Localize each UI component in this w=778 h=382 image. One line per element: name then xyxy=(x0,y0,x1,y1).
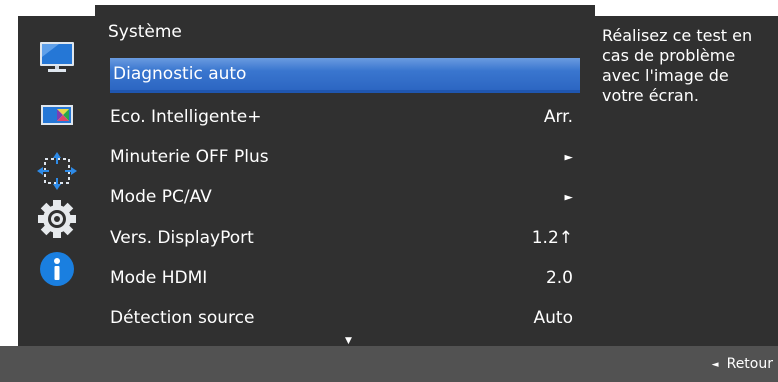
osd-category-sidebar xyxy=(18,16,95,346)
menu-item-value: Auto xyxy=(533,307,573,328)
screen-size-icon[interactable] xyxy=(18,151,95,191)
menu-title: Système xyxy=(108,22,182,42)
menu-item-label: Minuterie OFF Plus xyxy=(110,146,269,167)
information-icon[interactable] xyxy=(18,249,95,289)
scroll-down-icon[interactable]: ▼ xyxy=(345,336,352,346)
menu-item-vers-displayport[interactable]: Vers. DisplayPort 1.2↑ xyxy=(110,221,580,254)
menu-item-label: Mode HDMI xyxy=(110,267,208,288)
menu-item-value: 1.2↑ xyxy=(531,227,573,248)
chevron-right-icon: ► xyxy=(564,150,573,163)
picture-icon[interactable] xyxy=(18,37,95,77)
color-icon[interactable] xyxy=(18,95,95,135)
menu-item-mode-hdmi[interactable]: Mode HDMI 2.0 xyxy=(110,261,580,294)
menu-item-detection-source[interactable]: Détection source Auto xyxy=(110,301,580,334)
back-button[interactable]: ◄ Retour xyxy=(712,356,773,372)
menu-item-minuterie-off-plus[interactable]: Minuterie OFF Plus ► xyxy=(110,140,580,173)
system-gear-icon[interactable] xyxy=(18,199,95,239)
help-panel: Réalisez ce test en cas de problème avec… xyxy=(595,16,778,346)
chevron-right-icon: ► xyxy=(564,190,573,203)
system-menu-panel: Système Diagnostic auto Eco. Intelligent… xyxy=(95,5,595,346)
help-text: Réalisez ce test en cas de problème avec… xyxy=(602,26,753,105)
menu-item-diagnostic-auto[interactable]: Diagnostic auto xyxy=(110,58,580,93)
menu-item-eco-intelligente[interactable]: Eco. Intelligente+ Arr. xyxy=(110,100,580,133)
monitor-osd: Système Diagnostic auto Eco. Intelligent… xyxy=(0,0,778,382)
menu-item-label: Mode PC/AV xyxy=(110,186,212,207)
menu-item-mode-pc-av[interactable]: Mode PC/AV ► xyxy=(110,180,580,213)
menu-item-value: Arr. xyxy=(543,106,573,127)
back-label: Retour xyxy=(726,356,773,372)
menu-item-label: Vers. DisplayPort xyxy=(110,227,254,248)
menu-item-label: Eco. Intelligente+ xyxy=(110,106,262,127)
footer-bar: ◄ Retour xyxy=(0,346,778,382)
menu-item-label: Diagnostic auto xyxy=(113,64,247,84)
menu-item-value: 2.0 xyxy=(545,267,573,288)
menu-item-label: Détection source xyxy=(110,307,255,328)
back-arrow-icon: ◄ xyxy=(711,360,719,370)
